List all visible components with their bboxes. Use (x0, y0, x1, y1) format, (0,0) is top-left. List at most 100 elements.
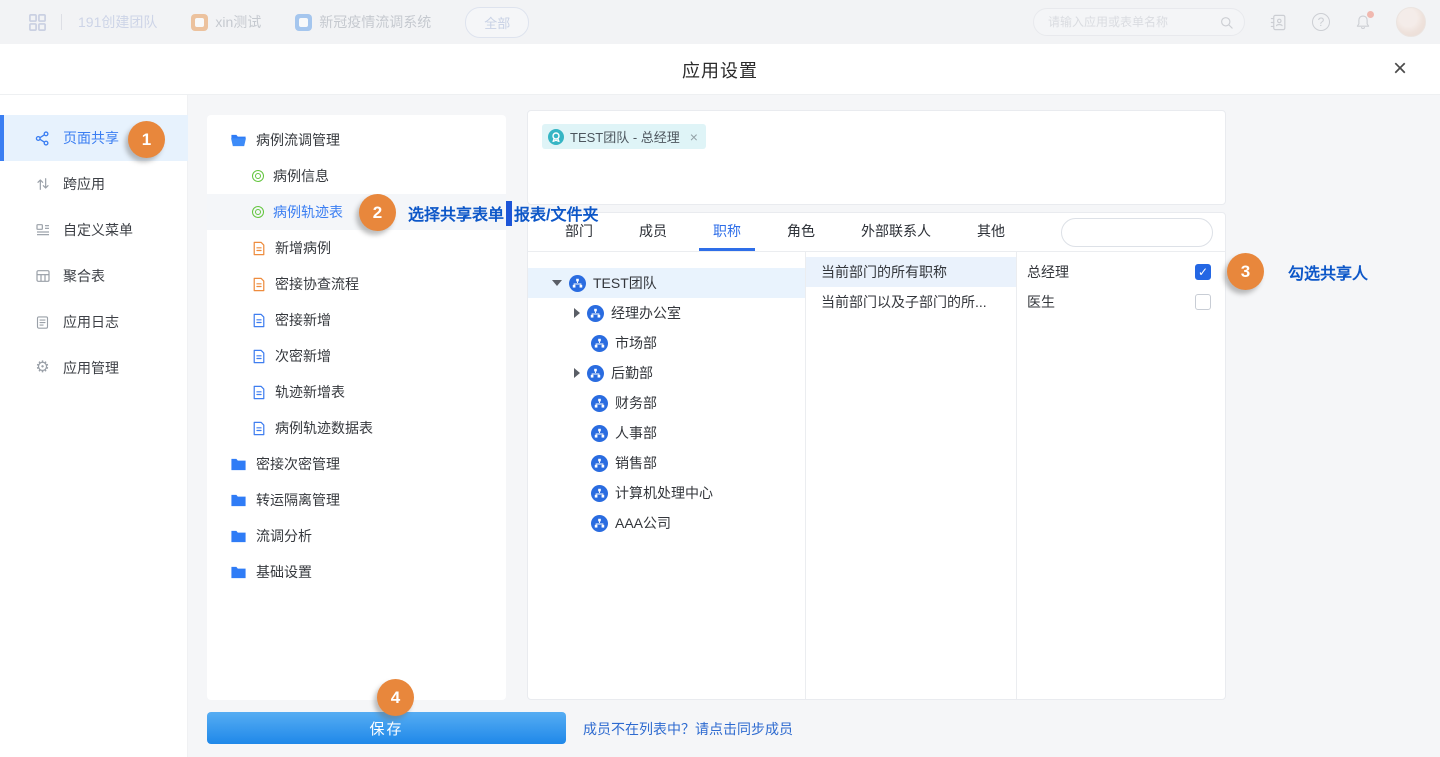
tab-other[interactable]: 其他 (963, 213, 1019, 251)
global-search[interactable] (1033, 8, 1245, 36)
sharer-chip-label: TEST团队 - 总经理 (570, 127, 680, 146)
contacts-icon[interactable] (1269, 13, 1288, 32)
org-icon (591, 395, 608, 412)
tree-form-contact-new[interactable]: 密接新增 (207, 302, 506, 338)
workspace-tab-xin[interactable]: xin测试 (191, 12, 261, 32)
tab-member[interactable]: 成员 (625, 213, 681, 251)
title-scope-list: 当前部门的所有职称 当前部门以及子部门的所... (806, 252, 1017, 699)
tab-job-title[interactable]: 职称 (699, 213, 755, 251)
tree-item-label: 病例轨迹数据表 (275, 418, 373, 438)
workspace-tab-191[interactable]: 191创建团队 (78, 12, 157, 32)
tree-folder-survey-analysis[interactable]: 流调分析 (207, 518, 506, 554)
checkbox-unchecked[interactable] (1195, 294, 1211, 310)
selected-sharers-box: TEST团队 - 总经理 × (527, 110, 1226, 205)
job-title-list: 总经理 ✓ 医生 (1017, 252, 1225, 699)
dept-node-test-team[interactable]: TEST团队 (528, 268, 805, 298)
global-search-input[interactable] (1048, 15, 1219, 29)
sidebar-item-cross-app[interactable]: 跨应用 (0, 161, 188, 207)
form-tree-panel: 病例流调管理 病例信息 病例轨迹表 新增病例 密接协查流程 密接新增 (207, 115, 506, 700)
close-icon[interactable]: × (1386, 55, 1414, 83)
sync-members-link[interactable]: 成员不在列表中？请点击同步成员 (583, 719, 793, 739)
dept-node-logistics[interactable]: 后勤部 (528, 358, 805, 388)
tree-item-label: 病例流调管理 (256, 130, 340, 150)
tree-item-label: 密接次密管理 (256, 454, 340, 474)
tree-report-case-track[interactable]: 病例轨迹表 (207, 194, 506, 230)
share-icon (34, 130, 51, 147)
sidebar-item-label: 应用管理 (63, 358, 119, 378)
tab-department[interactable]: 部门 (551, 213, 607, 251)
checkbox-checked[interactable]: ✓ (1195, 264, 1211, 280)
tree-form-track-data[interactable]: 病例轨迹数据表 (207, 410, 506, 446)
help-icon[interactable]: ? (1312, 13, 1330, 31)
org-icon (591, 515, 608, 532)
form-icon-blue (252, 349, 266, 364)
avatar[interactable] (1396, 7, 1426, 37)
folder-icon (230, 529, 247, 544)
tree-item-label: 病例信息 (273, 166, 329, 186)
tree-form-secondary-new[interactable]: 次密新增 (207, 338, 506, 374)
aggregate-table-icon (34, 268, 51, 285)
chip-remove-icon[interactable]: × (690, 129, 698, 145)
picker-tabs: 部门 成员 职称 角色 外部联系人 其他 (528, 213, 1225, 252)
workspace-tab-covid[interactable]: 新冠疫情流调系统 (295, 12, 431, 32)
notifications-bell-icon[interactable] (1354, 13, 1372, 31)
sidebar-item-label: 跨应用 (63, 174, 105, 194)
dept-node-computer-center[interactable]: 计算机处理中心 (528, 478, 805, 508)
save-button[interactable]: 保存 (207, 712, 566, 744)
sidebar-item-app-manage[interactable]: ⚙ 应用管理 (0, 345, 188, 391)
topbar: 191创建团队 xin测试 新冠疫情流调系统 全部 ? (0, 0, 1440, 44)
sidebar-item-page-share[interactable]: 页面共享 (0, 115, 188, 161)
tree-folder-transfer-quarantine[interactable]: 转运隔离管理 (207, 482, 506, 518)
tab-role[interactable]: 角色 (773, 213, 829, 251)
dept-node-label: 财务部 (615, 393, 657, 413)
orange-app-icon (191, 14, 208, 31)
dept-node-label: 后勤部 (611, 363, 653, 383)
dept-node-manager-office[interactable]: 经理办公室 (528, 298, 805, 328)
dept-node-marketing[interactable]: 市场部 (528, 328, 805, 358)
app-log-icon (34, 314, 51, 331)
tree-form-new-case[interactable]: 新增病例 (207, 230, 506, 266)
topbar-divider (61, 14, 62, 30)
sidebar-item-aggregate-table[interactable]: 聚合表 (0, 253, 188, 299)
sidebar-item-custom-menu[interactable]: 自定义菜单 (0, 207, 188, 253)
tree-form-contact-flow[interactable]: 密接协查流程 (207, 266, 506, 302)
tree-form-track-new[interactable]: 轨迹新增表 (207, 374, 506, 410)
custom-menu-icon (34, 222, 51, 239)
dept-node-aaa-company[interactable]: AAA公司 (528, 508, 805, 538)
modal-header: 应用设置 × (0, 44, 1440, 95)
workspace-tab-label: 新冠疫情流调系统 (319, 12, 431, 32)
tree-item-label: 轨迹新增表 (275, 382, 345, 402)
scope-current-and-sub-dept[interactable]: 当前部门以及子部门的所... (806, 287, 1016, 317)
page-title: 应用设置 (0, 44, 1440, 95)
picker-search[interactable] (1061, 218, 1213, 247)
tab-external-contacts[interactable]: 外部联系人 (847, 213, 945, 251)
sidebar-item-app-log[interactable]: 应用日志 (0, 299, 188, 345)
report-icon (252, 170, 264, 182)
dept-node-sales[interactable]: 销售部 (528, 448, 805, 478)
org-icon (591, 485, 608, 502)
tree-folder-case-survey[interactable]: 病例流调管理 (207, 122, 506, 158)
app-grid-icon[interactable] (28, 13, 47, 32)
tree-folder-contact-manage[interactable]: 密接次密管理 (207, 446, 506, 482)
folder-icon (230, 457, 247, 472)
settings-sidebar: 页面共享 跨应用 自定义菜单 聚合表 (0, 95, 188, 757)
dept-node-label: 人事部 (615, 423, 657, 443)
dept-node-finance[interactable]: 财务部 (528, 388, 805, 418)
job-title-row-doctor[interactable]: 医生 (1017, 287, 1225, 317)
org-icon (591, 425, 608, 442)
caret-right-icon[interactable] (574, 308, 580, 318)
tree-report-case-info[interactable]: 病例信息 (207, 158, 506, 194)
form-icon-orange (252, 277, 266, 292)
dept-node-hr[interactable]: 人事部 (528, 418, 805, 448)
scope-current-dept[interactable]: 当前部门的所有职称 (806, 257, 1016, 287)
picker-search-input[interactable] (1072, 226, 1227, 240)
tree-folder-basic-settings[interactable]: 基础设置 (207, 554, 506, 590)
modal-body: 页面共享 跨应用 自定义菜单 聚合表 (0, 95, 1440, 757)
caret-right-icon[interactable] (574, 368, 580, 378)
all-apps-pill[interactable]: 全部 (465, 7, 529, 38)
job-title-row-gm[interactable]: 总经理 ✓ (1017, 257, 1225, 287)
caret-down-icon[interactable] (552, 280, 562, 286)
gear-icon: ⚙ (34, 360, 51, 377)
department-tree: TEST团队 经理办公室 市场部 后勤部 (528, 252, 806, 699)
dept-node-label: 市场部 (615, 333, 657, 353)
